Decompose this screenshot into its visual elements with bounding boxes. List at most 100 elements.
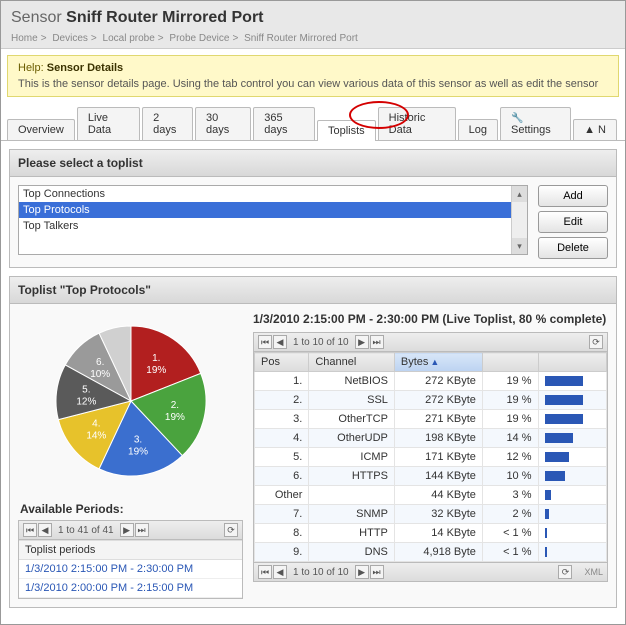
period-link[interactable]: 1/3/2010 2:00:00 PM - 2:15:00 PM — [19, 579, 242, 598]
cell-pos: 7. — [255, 505, 309, 524]
cell-pct: 19 % — [482, 410, 538, 429]
select-header: Please select a toplist — [10, 150, 616, 177]
svg-text:4.: 4. — [92, 419, 100, 430]
cell-bar — [538, 448, 606, 467]
crumb-home[interactable]: Home — [11, 33, 38, 44]
prev-icon[interactable]: ◀ — [38, 523, 52, 537]
last-icon[interactable]: ⏭ — [135, 523, 149, 537]
prev-icon[interactable]: ◀ — [273, 335, 287, 349]
crumb-devices[interactable]: Devices — [52, 33, 88, 44]
table-row[interactable]: 3.OtherTCP271 KByte19 % — [255, 410, 607, 429]
toplist-panel: Toplist "Top Protocols" 1.19%2.19%3.19%4… — [9, 276, 617, 608]
refresh-icon[interactable]: ⟳ — [224, 523, 238, 537]
col-pos[interactable]: Pos — [255, 353, 309, 372]
col-pct[interactable] — [482, 353, 538, 372]
svg-text:6.: 6. — [96, 357, 104, 368]
cell-pos: 5. — [255, 448, 309, 467]
data-table: Pos Channel Bytes▲ 1.NetBIOS272 KByte19 … — [254, 352, 607, 562]
scroll-down-icon[interactable]: ▾ — [512, 238, 527, 254]
table-row[interactable]: 2.SSL272 KByte19 % — [255, 391, 607, 410]
crumb-current[interactable]: Sniff Router Mirrored Port — [244, 33, 358, 44]
tab-livedata[interactable]: Live Data — [77, 107, 140, 140]
help-label: Help: — [18, 62, 44, 74]
table-row[interactable]: 8.HTTP14 KByte< 1 % — [255, 524, 607, 543]
crumb-localprobe[interactable]: Local probe — [103, 33, 155, 44]
tab-settings[interactable]: 🔧Settings — [500, 107, 571, 140]
sort-asc-icon: ▲ — [430, 357, 439, 367]
col-bytes[interactable]: Bytes▲ — [394, 353, 482, 372]
tab-settings-label: Settings — [511, 124, 551, 136]
table-row[interactable]: 1.NetBIOS272 KByte19 % — [255, 372, 607, 391]
last-icon[interactable]: ⏭ — [370, 335, 384, 349]
next-icon[interactable]: ▶ — [120, 523, 134, 537]
wrench-icon: 🔧 — [511, 113, 523, 124]
refresh-icon[interactable]: ⟳ — [589, 335, 603, 349]
refresh-icon[interactable]: ⟳ — [558, 565, 572, 579]
tab-overview[interactable]: Overview — [7, 119, 75, 140]
prev-icon[interactable]: ◀ — [273, 565, 287, 579]
add-button[interactable]: Add — [538, 185, 608, 207]
first-icon[interactable]: ⏮ — [258, 565, 272, 579]
tab-2days[interactable]: 2 days — [142, 107, 193, 140]
tab-365days[interactable]: 365 days — [253, 107, 315, 140]
col-bytes-label: Bytes — [401, 356, 429, 368]
list-item[interactable]: Top Talkers — [19, 218, 527, 234]
table-row[interactable]: 5.ICMP171 KByte12 % — [255, 448, 607, 467]
col-channel[interactable]: Channel — [309, 353, 395, 372]
svg-text:5.: 5. — [82, 384, 90, 395]
cell-channel: DNS — [309, 543, 395, 562]
tab-historicdata[interactable]: Historic Data — [378, 107, 456, 140]
cell-pos: Other — [255, 486, 309, 505]
cell-bar — [538, 429, 606, 448]
cell-bar — [538, 391, 606, 410]
edit-button[interactable]: Edit — [538, 211, 608, 233]
cell-pct: 2 % — [482, 505, 538, 524]
cell-bytes: 272 KByte — [394, 372, 482, 391]
grid-pager-top: ⏮ ◀ 1 to 10 of 10 ▶ ⏭ ⟳ — [254, 333, 607, 352]
next-icon[interactable]: ▶ — [355, 335, 369, 349]
scrollbar[interactable]: ▴ ▾ — [511, 186, 527, 254]
table-row[interactable]: 9.DNS4,918 Byte< 1 % — [255, 543, 607, 562]
table-row[interactable]: 7.SNMP32 KByte2 % — [255, 505, 607, 524]
tab-bar: Overview Live Data 2 days 30 days 365 da… — [1, 97, 625, 141]
cell-bytes: 171 KByte — [394, 448, 482, 467]
tab-toplists[interactable]: Toplists — [317, 120, 376, 141]
last-icon[interactable]: ⏭ — [370, 565, 384, 579]
data-grid: ⏮ ◀ 1 to 10 of 10 ▶ ⏭ ⟳ — [253, 332, 608, 582]
next-icon[interactable]: ▶ — [355, 565, 369, 579]
xml-link[interactable]: XML — [584, 567, 603, 577]
cell-bytes: 32 KByte — [394, 505, 482, 524]
list-item[interactable]: Top Protocols — [19, 202, 527, 218]
cell-bar — [538, 410, 606, 429]
cell-pct: < 1 % — [482, 543, 538, 562]
svg-text:19%: 19% — [128, 446, 148, 457]
list-item[interactable]: Top Connections — [19, 186, 527, 202]
alert-icon: ▲ — [584, 124, 595, 136]
scroll-up-icon[interactable]: ▴ — [512, 186, 527, 202]
cell-pct: 14 % — [482, 429, 538, 448]
page-title: Sensor Sniff Router Mirrored Port — [11, 9, 615, 27]
periods-column-header[interactable]: Toplist periods — [19, 540, 242, 560]
tab-extra[interactable]: ▲ N — [573, 119, 617, 140]
table-row[interactable]: Other44 KByte3 % — [255, 486, 607, 505]
cell-pct: 19 % — [482, 391, 538, 410]
delete-button[interactable]: Delete — [538, 237, 608, 259]
cell-bar — [538, 543, 606, 562]
cell-bar — [538, 467, 606, 486]
cell-pos: 9. — [255, 543, 309, 562]
help-desc: This is the sensor details page. Using t… — [18, 78, 608, 90]
table-row[interactable]: 6.HTTPS144 KByte10 % — [255, 467, 607, 486]
grid-title: 1/3/2010 2:15:00 PM - 2:30:00 PM (Live T… — [253, 312, 608, 326]
crumb-probedevice[interactable]: Probe Device — [169, 33, 229, 44]
tab-log[interactable]: Log — [458, 119, 498, 140]
toplist-listbox[interactable]: Top Connections Top Protocols Top Talker… — [18, 185, 528, 255]
col-bar[interactable] — [538, 353, 606, 372]
cell-pos: 6. — [255, 467, 309, 486]
first-icon[interactable]: ⏮ — [23, 523, 37, 537]
table-row[interactable]: 4.OtherUDP198 KByte14 % — [255, 429, 607, 448]
cell-channel: HTTP — [309, 524, 395, 543]
first-icon[interactable]: ⏮ — [258, 335, 272, 349]
tab-30days[interactable]: 30 days — [195, 107, 251, 140]
cell-bytes: 44 KByte — [394, 486, 482, 505]
svg-text:1.: 1. — [152, 353, 160, 364]
